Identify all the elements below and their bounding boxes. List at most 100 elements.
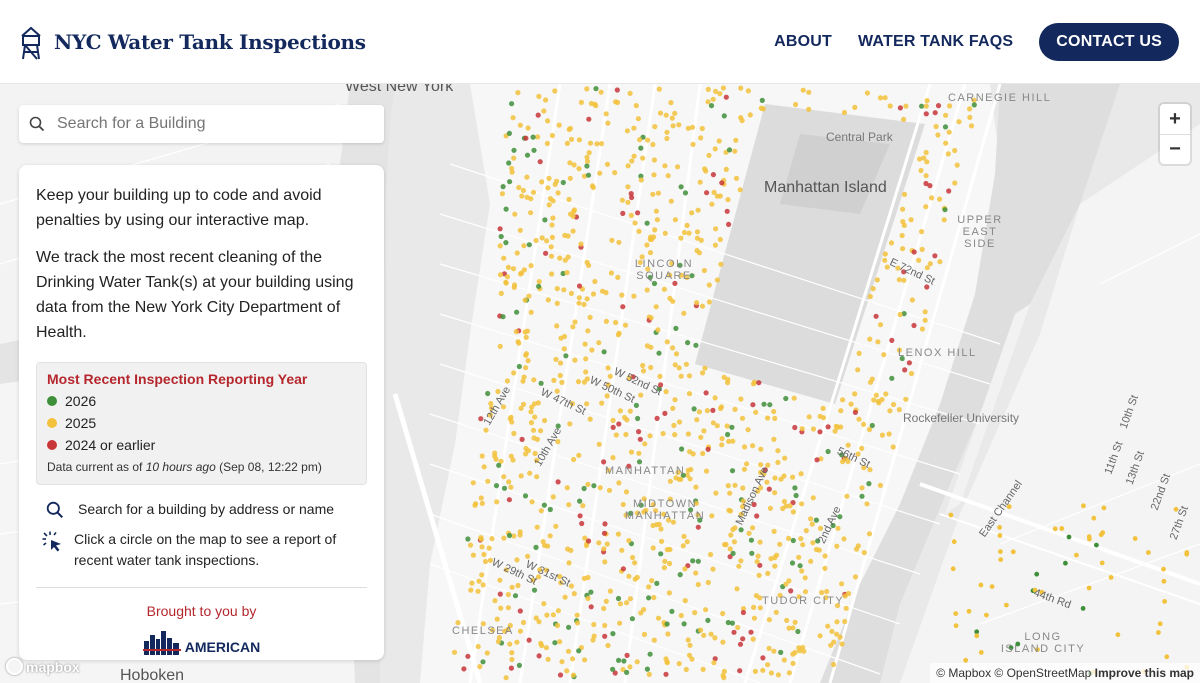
inspection-dot[interactable] [710, 96, 716, 102]
inspection-dot[interactable] [792, 619, 798, 625]
inspection-dot[interactable] [875, 339, 881, 345]
inspection-dot[interactable] [545, 118, 551, 124]
inspection-dot[interactable] [545, 297, 551, 303]
inspection-dot[interactable] [586, 150, 592, 156]
inspection-dot[interactable] [623, 489, 630, 495]
inspection-dot[interactable] [725, 483, 731, 489]
inspection-dot[interactable] [808, 558, 814, 564]
inspection-dot[interactable] [585, 172, 592, 178]
inspection-dot[interactable] [950, 566, 956, 572]
inspection-dot[interactable] [685, 431, 692, 437]
inspection-dot[interactable] [830, 661, 837, 668]
inspection-dot[interactable] [672, 397, 678, 403]
inspection-dot[interactable] [768, 670, 775, 676]
inspection-dot[interactable] [923, 103, 929, 109]
inspection-dot[interactable] [528, 420, 535, 426]
inspection-dot[interactable] [752, 668, 759, 675]
inspection-dot[interactable] [855, 367, 861, 373]
inspection-dot[interactable] [641, 631, 648, 638]
inspection-dot[interactable] [622, 322, 629, 328]
inspection-dot[interactable] [508, 665, 514, 671]
inspection-dot[interactable] [922, 317, 928, 323]
inspection-dot[interactable] [494, 499, 500, 505]
inspection-dot[interactable] [554, 300, 560, 306]
inspection-dot[interactable] [866, 481, 872, 487]
inspection-dot[interactable] [615, 595, 622, 602]
inspection-dot[interactable] [720, 672, 726, 679]
inspection-dot[interactable] [708, 631, 714, 637]
inspection-dot[interactable] [507, 641, 513, 647]
inspection-dot[interactable] [479, 500, 485, 506]
inspection-dot[interactable] [602, 521, 608, 527]
inspection-dot[interactable] [1059, 526, 1065, 531]
inspection-dot[interactable] [683, 666, 689, 673]
inspection-dot[interactable] [726, 507, 732, 513]
inspection-dot[interactable] [530, 134, 536, 140]
inspection-dot[interactable] [719, 442, 725, 448]
inspection-dot[interactable] [528, 263, 534, 269]
inspection-dot[interactable] [638, 177, 644, 183]
inspection-dot[interactable] [534, 524, 540, 530]
inspection-dot[interactable] [568, 583, 575, 589]
inspection-dot[interactable] [597, 485, 603, 491]
inspection-dot[interactable] [541, 502, 548, 508]
inspection-dot[interactable] [772, 490, 778, 496]
inspection-dot[interactable] [517, 532, 523, 538]
inspection-dot[interactable] [834, 543, 840, 549]
inspection-dot[interactable] [727, 490, 733, 496]
inspection-dot[interactable] [781, 473, 787, 479]
inspection-dot[interactable] [791, 395, 797, 401]
inspection-dot[interactable] [555, 479, 561, 485]
inspection-dot[interactable] [512, 211, 518, 217]
inspection-dot[interactable] [922, 309, 928, 315]
inspection-dot[interactable] [786, 535, 792, 541]
inspection-dot[interactable] [578, 99, 585, 105]
inspection-dot[interactable] [625, 163, 631, 169]
inspection-dot[interactable] [820, 405, 826, 411]
inspection-dot[interactable] [729, 468, 736, 474]
inspection-dot[interactable] [952, 180, 958, 186]
inspection-dot[interactable] [889, 375, 895, 381]
inspection-dot[interactable] [504, 274, 510, 280]
inspection-dot[interactable] [903, 396, 909, 402]
inspection-dot[interactable] [504, 378, 510, 384]
inspection-dot[interactable] [644, 287, 650, 293]
inspection-dot[interactable] [672, 110, 678, 116]
inspection-dot[interactable] [576, 166, 582, 172]
inspection-dot[interactable] [630, 554, 636, 561]
inspection-dot[interactable] [664, 621, 670, 627]
inspection-dot[interactable] [667, 560, 673, 567]
inspection-dot[interactable] [543, 250, 549, 256]
inspection-dot[interactable] [792, 649, 798, 656]
inspection-dot[interactable] [841, 109, 848, 116]
inspection-dot[interactable] [984, 612, 989, 618]
attribution-text[interactable]: © Mapbox © OpenStreetMap [936, 666, 1091, 680]
inspection-dot[interactable] [941, 217, 947, 223]
inspection-dot[interactable] [528, 196, 534, 202]
inspection-dot[interactable] [478, 495, 484, 501]
inspection-dot[interactable] [554, 622, 561, 629]
inspection-dot[interactable] [560, 179, 566, 186]
inspection-dot[interactable] [918, 167, 924, 174]
inspection-dot[interactable] [751, 379, 758, 385]
inspection-dot[interactable] [721, 113, 727, 119]
inspection-dot[interactable] [624, 669, 630, 676]
inspection-dot[interactable] [825, 448, 831, 455]
inspection-dot[interactable] [740, 485, 746, 491]
inspection-dot[interactable] [690, 558, 696, 564]
inspection-dot[interactable] [946, 188, 952, 194]
inspection-dot[interactable] [919, 229, 925, 235]
inspection-dot[interactable] [750, 402, 756, 408]
inspection-dot[interactable] [781, 657, 787, 663]
inspection-dot[interactable] [661, 565, 668, 571]
inspection-dot[interactable] [1132, 536, 1138, 541]
inspection-dot[interactable] [879, 432, 886, 438]
inspection-dot[interactable] [609, 237, 615, 243]
inspection-dot[interactable] [698, 627, 704, 633]
inspection-dot[interactable] [845, 442, 851, 448]
inspection-dot[interactable] [604, 541, 610, 547]
inspection-dot[interactable] [890, 401, 897, 408]
inspection-dot[interactable] [541, 601, 547, 607]
inspection-dot[interactable] [852, 574, 859, 580]
inspection-dot[interactable] [544, 612, 550, 618]
